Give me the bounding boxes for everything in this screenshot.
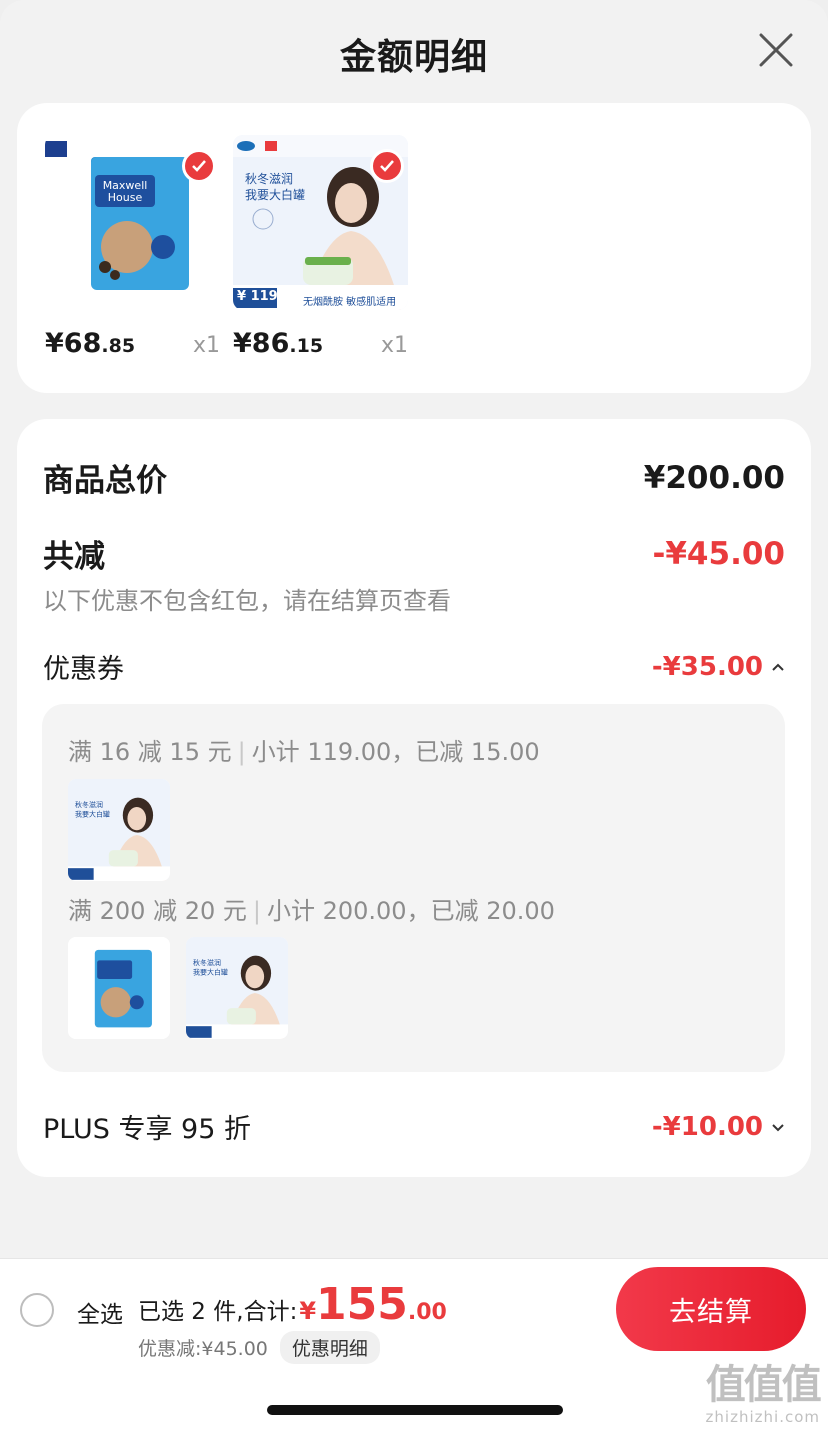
svg-text:秋冬滋润: 秋冬滋润 [245,171,293,186]
ad-price-badge: ¥ 119 [237,289,278,304]
product-price: ¥68.85 [45,328,136,359]
product-item-cream[interactable]: 秋冬滋润 我要大白罐 ¥ 119 无烟酰胺 敏感肌适用 ¥86.15 x1 [233,135,408,359]
goods-total-row: 商品总价 ¥200.00 [43,455,785,500]
coupon-value: -¥35.00 [651,651,763,682]
coupon-product-thumb: 秋冬滋润 我要大白罐 [186,937,288,1039]
coupon-rule-1: 满 16 减 15 元 | 小计 119.00，已减 15.00 [68,738,540,766]
select-all-label[interactable]: 全选 [77,1295,123,1329]
ad-tagline: 无烟酰胺 敏感肌适用 [303,297,397,308]
svg-text:秋冬滋润: 秋冬滋润 [75,800,103,809]
checkout-bar: 全选 已选 2 件,合计: ¥ 155 .00 优惠减:¥45.00 优惠明细 … [0,1258,828,1432]
coupon-label: 优惠券 [43,654,124,685]
chevron-down-icon[interactable] [771,1120,785,1134]
maxwell-house-coffee-image: Maxwell House [45,135,220,310]
plus-discount-row[interactable]: PLUS 专享 95 折 -¥10.00 [43,1107,785,1146]
sheet-title: 金额明细 [339,37,488,78]
discount-detail-link[interactable]: 优惠明细 [279,1331,380,1364]
coupon-product-thumb [68,937,170,1039]
checked-icon[interactable] [182,149,216,183]
price-summary-card: 商品总价 ¥200.00 共减 -¥45.00 以下优惠不包含红包，请在结算页查… [17,419,811,1177]
select-all-radio[interactable] [20,1293,54,1327]
total-reduce-value: -¥45.00 [652,535,786,572]
product-quantity: x1 [192,333,220,358]
total-amount: 155 [316,1279,408,1330]
svg-text:我要大白罐: 我要大白罐 [193,967,228,976]
plus-discount-label: PLUS 专享 95 折 [43,1114,251,1145]
home-indicator [267,1405,563,1415]
svg-text:秋冬滋润: 秋冬滋润 [193,958,221,967]
checkout-button[interactable]: 去结算 [616,1267,806,1351]
coupon-rule-2: 满 200 减 20 元 | 小计 200.00，已减 20.00 [68,897,555,925]
product-price: ¥86.15 [233,328,324,359]
watermark: 值值值 zhizhizhi.com [705,1362,822,1426]
amount-detail-sheet: 金额明细 Maxwell House ¥68.85 x1 秋冬滋润 我要大白罐 … [0,0,828,1432]
product-item-coffee[interactable]: Maxwell House ¥68.85 x1 [45,135,220,359]
close-icon[interactable] [758,32,794,68]
svg-text:House: House [108,191,143,204]
total-reduce-label: 共减 [43,539,105,575]
checked-icon[interactable] [370,149,404,183]
coupon-row[interactable]: 优惠券 -¥35.00 [43,647,785,686]
goods-total-value: ¥200.00 [643,459,785,496]
discount-amount: 优惠减:¥45.00 [138,1338,268,1360]
chevron-up-icon[interactable] [771,660,785,674]
coupon-product-thumb: 秋冬滋润 我要大白罐 [68,779,170,881]
discount-line: 优惠减:¥45.00 优惠明细 [138,1331,380,1364]
cetaphil-cream-ad-image: 秋冬滋润 我要大白罐 ¥ 119 无烟酰胺 敏感肌适用 [233,135,408,310]
plus-discount-value: -¥10.00 [651,1111,763,1142]
selected-count-text: 已选 2 件,合计: [138,1299,298,1325]
sheet-header: 金额明细 [0,0,828,100]
total-reduce-row: 共减 -¥45.00 [43,531,785,576]
discount-note: 以下优惠不包含红包，请在结算页查看 [43,587,451,615]
svg-text:我要大白罐: 我要大白罐 [75,809,110,818]
goods-total-label: 商品总价 [43,463,167,499]
svg-text:我要大白罐: 我要大白罐 [245,187,305,202]
coupon-detail-box: 满 16 减 15 元 | 小计 119.00，已减 15.00 秋冬滋润 我要大白… [42,704,785,1072]
selected-products-card: Maxwell House ¥68.85 x1 秋冬滋润 我要大白罐 ¥ 119… [17,103,811,393]
product-quantity: x1 [380,333,408,358]
selected-summary: 已选 2 件,合计: ¥ 155 .00 [138,1279,447,1330]
